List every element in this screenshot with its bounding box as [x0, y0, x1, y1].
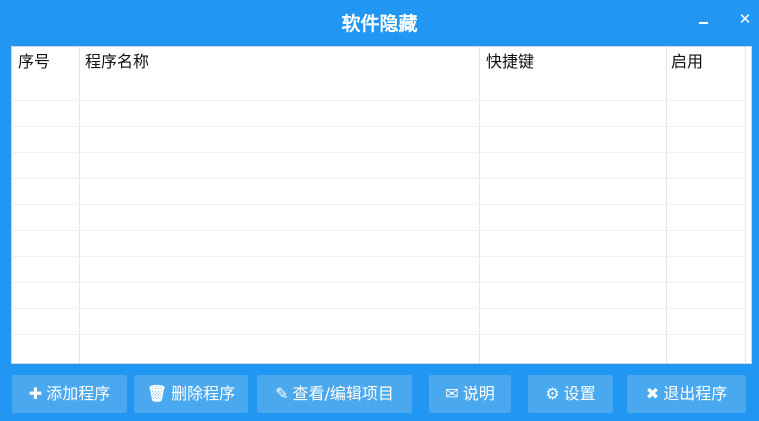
button-bar: ✚ 添加程序 🗑 删除程序 ✎ 查看/编辑项目 ✉ 说明 ⚙ 设置 ✖ 退出程序 — [0, 375, 759, 413]
main-window: 软件隐藏 ✕ 序号 程序名称 快捷键 启用 ✚ 添加程序 🗑 删除程序 ✎ 查看… — [0, 0, 759, 421]
exit-program-label: 退出程序 — [663, 384, 728, 403]
row-divider — [12, 100, 745, 101]
row-divider — [12, 126, 745, 127]
close-icon: ✖ — [645, 384, 660, 403]
column-hotkey — [480, 47, 667, 363]
row-divider — [12, 230, 745, 231]
header-enabled[interactable]: 启用 — [671, 51, 703, 73]
view-edit-label: 查看/编辑项目 — [292, 384, 394, 403]
help-label: 说明 — [462, 384, 495, 403]
edit-icon: ✎ — [275, 384, 289, 403]
header-index[interactable]: 序号 — [18, 51, 50, 73]
add-program-label: 添加程序 — [46, 384, 111, 403]
window-title: 软件隐藏 — [341, 13, 418, 35]
row-divider — [12, 178, 745, 179]
header-hotkey[interactable]: 快捷键 — [486, 51, 534, 73]
row-divider — [12, 204, 745, 205]
envelope-icon: ✉ — [445, 384, 459, 403]
delete-program-label: 删除程序 — [171, 384, 236, 403]
delete-program-button[interactable]: 🗑 删除程序 — [134, 375, 248, 413]
settings-button[interactable]: ⚙ 设置 — [528, 375, 613, 413]
plus-icon: ✚ — [28, 384, 43, 403]
column-index — [12, 47, 80, 363]
trash-icon: 🗑 — [146, 384, 168, 403]
minimize-icon — [699, 22, 708, 24]
close-icon: ✕ — [738, 10, 752, 28]
exit-program-button[interactable]: ✖ 退出程序 — [627, 375, 746, 413]
close-button[interactable]: ✕ — [734, 8, 756, 30]
row-divider — [12, 152, 745, 153]
row-divider — [12, 308, 745, 309]
help-button[interactable]: ✉ 说明 — [429, 375, 511, 413]
view-edit-button[interactable]: ✎ 查看/编辑项目 — [257, 375, 412, 413]
row-divider — [12, 256, 745, 257]
row-divider — [12, 334, 745, 335]
settings-label: 设置 — [563, 384, 596, 403]
add-program-button[interactable]: ✚ 添加程序 — [12, 375, 127, 413]
program-table[interactable]: 序号 程序名称 快捷键 启用 — [11, 46, 752, 364]
title-bar: 软件隐藏 ✕ — [0, 0, 759, 46]
row-divider — [12, 282, 745, 283]
column-enabled — [667, 47, 746, 363]
column-program-name — [80, 47, 480, 363]
gear-icon: ⚙ — [545, 384, 560, 403]
header-program-name[interactable]: 程序名称 — [85, 51, 149, 73]
minimize-button[interactable] — [692, 8, 714, 30]
